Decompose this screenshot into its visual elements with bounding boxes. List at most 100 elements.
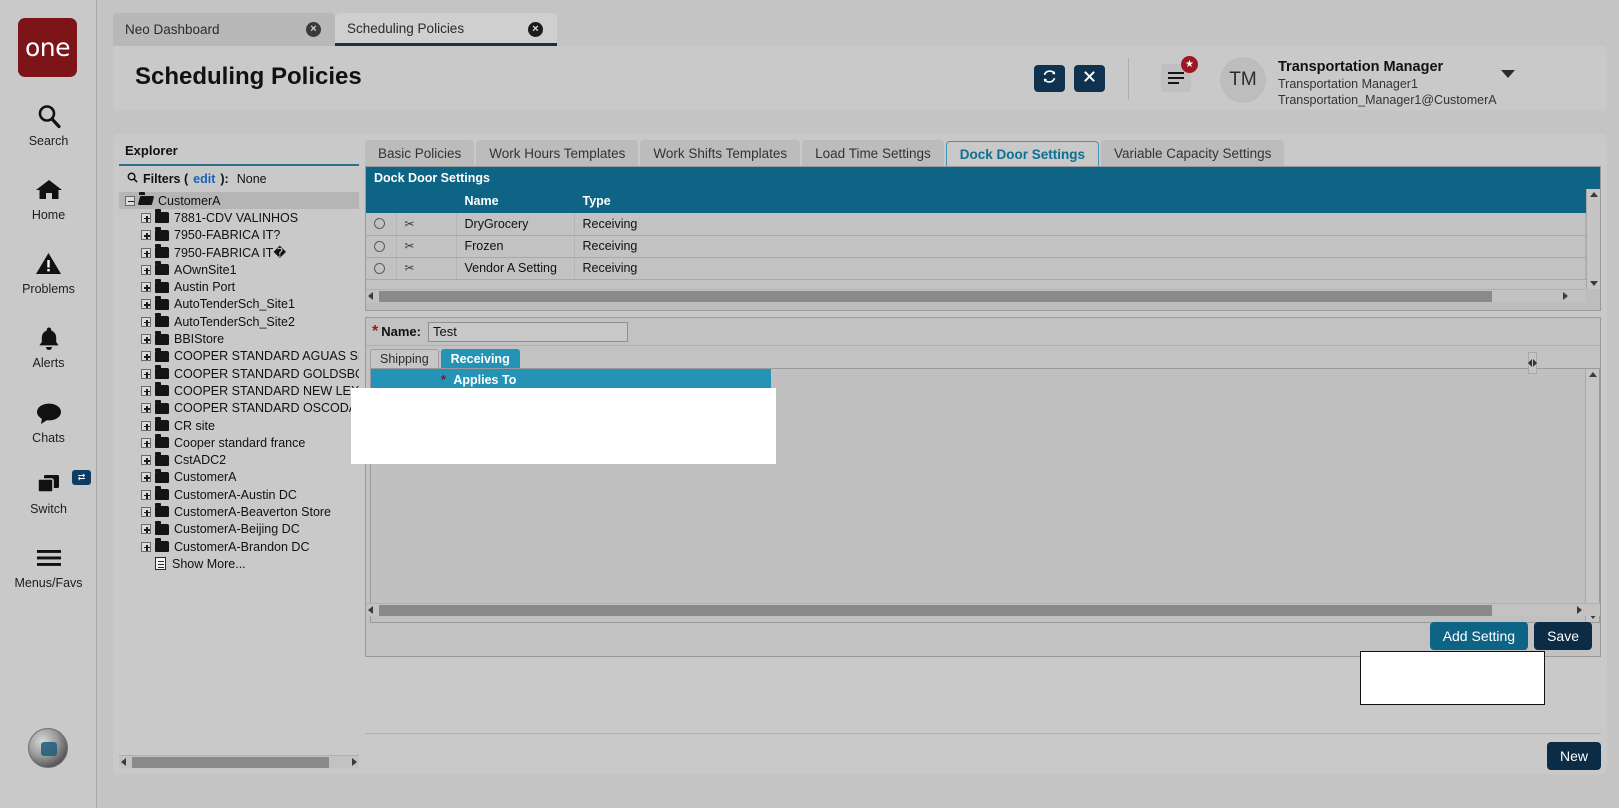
table-row[interactable]: ✂FrozenReceiving <box>366 235 1600 257</box>
panel-splitter-handle[interactable] <box>1528 352 1537 374</box>
expand-toggle-icon[interactable] <box>141 230 151 240</box>
tab-basic-policies[interactable]: Basic Policies <box>365 140 474 166</box>
tree-node[interactable]: COOPER STANDARD OSCODA <box>119 400 359 417</box>
expand-toggle-icon[interactable] <box>141 369 151 379</box>
tab-work-shifts-templates[interactable]: Work Shifts Templates <box>640 140 800 166</box>
tab-load-time-settings[interactable]: Load Time Settings <box>802 140 944 166</box>
tab-variable-capacity-settings[interactable]: Variable Capacity Settings <box>1101 140 1284 166</box>
expand-toggle-icon[interactable] <box>141 507 151 517</box>
tree-node[interactable]: CustomerA-Beaverton Store <box>119 503 359 520</box>
swap-arrows-icon[interactable]: ⇄ <box>72 470 91 485</box>
scroll-up-arrow-icon[interactable] <box>1590 192 1598 197</box>
tree-node-show-more[interactable]: Show More... <box>119 555 359 572</box>
scroll-left-arrow-icon[interactable] <box>368 606 373 614</box>
tree-node[interactable]: 7950-FABRICA IT� <box>119 244 359 261</box>
table-row[interactable]: ✂Vendor A SettingReceiving <box>366 257 1600 279</box>
close-circle-icon[interactable]: × <box>528 22 543 37</box>
rail-item-problems[interactable]: Problems <box>0 248 97 296</box>
grid-hscrollbar[interactable] <box>366 289 1586 302</box>
one-logo[interactable]: one <box>18 18 77 77</box>
scroll-left-arrow-icon[interactable] <box>121 758 126 766</box>
tree-node[interactable]: CR site <box>119 417 359 434</box>
tree-node-root[interactable]: CustomerA <box>119 192 359 209</box>
detail-vscrollbar[interactable] <box>1585 369 1599 622</box>
expand-toggle-icon[interactable] <box>141 438 151 448</box>
tree-node[interactable]: 7950-FABRICA IT? <box>119 227 359 244</box>
tree-node[interactable]: CustomerA-Brandon DC <box>119 538 359 555</box>
expand-toggle-icon[interactable] <box>141 265 151 275</box>
expand-toggle-icon[interactable] <box>141 282 151 292</box>
user-avatar-photo[interactable] <box>28 728 68 768</box>
tree-node[interactable]: Austin Port <box>119 278 359 295</box>
browser-tab-scheduling-policies[interactable]: Scheduling Policies × <box>335 13 557 46</box>
tree-node[interactable]: AOwnSite1 <box>119 261 359 278</box>
expand-toggle-icon[interactable] <box>141 524 151 534</box>
expand-toggle-icon[interactable] <box>141 351 151 361</box>
scroll-right-arrow-icon[interactable] <box>1577 606 1582 614</box>
tree-node[interactable]: AutoTenderSch_Site2 <box>119 313 359 330</box>
rail-item-alerts[interactable]: Alerts <box>0 322 97 370</box>
subtab-receiving[interactable]: Receiving <box>441 349 520 368</box>
remove-x-icon[interactable]: ✂ <box>405 239 415 253</box>
expand-toggle-icon[interactable] <box>141 334 151 344</box>
tab-dock-door-settings[interactable]: Dock Door Settings <box>946 141 1099 167</box>
chevron-down-icon[interactable] <box>1501 70 1515 78</box>
tree-node[interactable]: CustomerA <box>119 469 359 486</box>
rail-item-search[interactable]: Search <box>0 100 97 148</box>
refresh-button[interactable] <box>1034 65 1065 92</box>
expand-toggle-icon[interactable] <box>141 403 151 413</box>
scroll-thumb[interactable] <box>132 757 329 768</box>
close-circle-icon[interactable]: × <box>306 22 321 37</box>
tree-node[interactable]: CstADC2 <box>119 451 359 468</box>
add-setting-button[interactable]: Add Setting <box>1430 622 1528 650</box>
radio-icon[interactable] <box>374 218 385 229</box>
scroll-thumb[interactable] <box>379 291 1492 302</box>
close-page-button[interactable] <box>1074 65 1105 92</box>
tree-node[interactable]: CustomerA-Austin DC <box>119 486 359 503</box>
scroll-thumb[interactable] <box>379 605 1492 616</box>
name-input[interactable] <box>428 322 628 342</box>
expand-toggle-icon[interactable] <box>141 248 151 258</box>
expand-toggle-icon[interactable] <box>141 542 151 552</box>
subtab-shipping[interactable]: Shipping <box>370 349 439 368</box>
rail-item-menus-favs[interactable]: Menus/Favs <box>0 542 97 590</box>
scroll-down-arrow-icon[interactable] <box>1590 281 1598 286</box>
scroll-left-arrow-icon[interactable] <box>368 292 373 300</box>
filters-edit-link[interactable]: edit <box>193 172 215 186</box>
tree-node[interactable]: COOPER STANDARD AGUAS SEALING (3 <box>119 348 359 365</box>
rail-item-switch[interactable]: ⇄ Switch <box>0 468 97 516</box>
expand-toggle-icon[interactable] <box>141 386 151 396</box>
tree-node[interactable]: BBIStore <box>119 330 359 347</box>
tree-node[interactable]: COOPER STANDARD NEW LEXINGTON <box>119 382 359 399</box>
expand-toggle-icon[interactable] <box>141 472 151 482</box>
detail-hscrollbar[interactable] <box>366 603 1600 616</box>
grid-vscrollbar[interactable] <box>1586 189 1600 289</box>
tree-node[interactable]: Cooper standard france <box>119 434 359 451</box>
tree-node[interactable]: 7881-CDV VALINHOS <box>119 209 359 226</box>
expand-toggle-icon[interactable] <box>141 421 151 431</box>
avatar[interactable]: TM <box>1220 57 1266 103</box>
rail-item-chats[interactable]: Chats <box>0 397 97 445</box>
expand-toggle-icon[interactable] <box>141 317 151 327</box>
tree-node[interactable]: COOPER STANDARD GOLDSBORO <box>119 365 359 382</box>
explorer-tree[interactable]: CustomerA 7881-CDV VALINHOS7950-FABRICA … <box>119 192 359 744</box>
rail-item-home[interactable]: Home <box>0 174 97 222</box>
scroll-right-arrow-icon[interactable] <box>352 758 357 766</box>
radio-icon[interactable] <box>374 241 385 252</box>
tree-node[interactable]: CustomerA-Beijing DC <box>119 521 359 538</box>
expand-toggle-icon[interactable] <box>141 299 151 309</box>
new-button[interactable]: New <box>1547 742 1601 770</box>
scroll-up-arrow-icon[interactable] <box>1589 372 1597 377</box>
tab-work-hours-templates[interactable]: Work Hours Templates <box>476 140 638 166</box>
tree-node[interactable]: AutoTenderSch_Site1 <box>119 296 359 313</box>
remove-x-icon[interactable]: ✂ <box>405 261 415 275</box>
remove-x-icon[interactable]: ✂ <box>405 217 415 231</box>
expand-toggle-icon[interactable] <box>141 455 151 465</box>
explorer-hscrollbar[interactable] <box>119 755 359 768</box>
save-button[interactable]: Save <box>1534 622 1592 650</box>
table-row[interactable]: ✂DryGroceryReceiving <box>366 213 1600 235</box>
expand-toggle-icon[interactable] <box>141 213 151 223</box>
collapse-toggle-icon[interactable] <box>125 196 135 206</box>
radio-icon[interactable] <box>374 263 385 274</box>
scroll-right-arrow-icon[interactable] <box>1563 292 1568 300</box>
